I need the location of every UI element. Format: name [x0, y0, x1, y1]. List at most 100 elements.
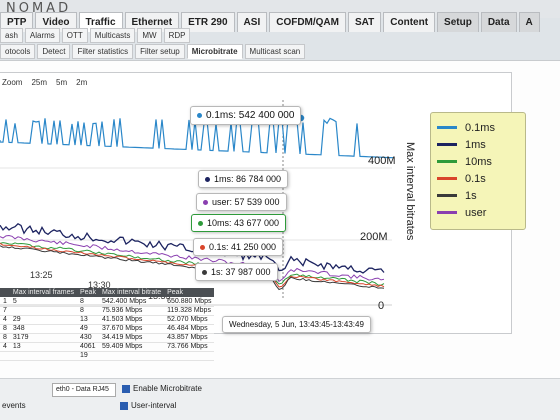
legend-swatch	[437, 194, 457, 197]
table-row[interactable]: 8 348 49 37.670 Mbps 46.484 Mbps	[0, 324, 215, 334]
interface-select[interactable]: eth0 - Data RJ45	[52, 383, 116, 397]
legend-label: 10ms	[465, 155, 492, 168]
dot-icon	[205, 177, 210, 183]
table-row[interactable]: 19	[0, 351, 215, 361]
legend-swatch	[437, 211, 457, 214]
table-cell: 13	[9, 342, 77, 352]
table-cell: 1	[0, 297, 10, 307]
table-cell: 4061	[76, 342, 99, 352]
table-cell: 8	[76, 297, 99, 307]
tooltip-1s: 1s: 37 987 000	[195, 263, 278, 281]
legend-label: user	[465, 206, 487, 219]
table-row[interactable]: 8 3179 430 34.419 Mbps 43.857 Mbps	[0, 333, 215, 343]
table-cell: 13	[76, 315, 99, 325]
table-cell: 59.409 Mbps	[98, 342, 165, 352]
table-cell: 29	[9, 315, 77, 325]
legend-label: 0.1s	[465, 172, 486, 185]
table-row[interactable]: 4 13 4061 59.409 Mbps 73.766 Mbps	[0, 342, 215, 352]
table-row[interactable]: 7 8 75.936 Mbps 119.328 Mbps	[0, 306, 215, 316]
tooltip-01ms: 0.1ms: 542 400 000	[190, 106, 302, 125]
tooltip-01s: 0.1s: 41 250 000	[193, 238, 284, 256]
table-cell: 43.857 Mbps	[164, 333, 215, 343]
events-label: events	[2, 401, 26, 410]
table-cell	[9, 306, 77, 316]
table-cell: 34.419 Mbps	[98, 333, 165, 343]
tooltip-01ms-text: 0.1ms: 542 400 000	[206, 110, 295, 121]
user-interval-checkbox[interactable]	[120, 402, 128, 410]
legend-label: 0.1ms	[465, 121, 495, 134]
enable-microbitrate-checkbox[interactable]	[122, 385, 130, 393]
enable-microbitrate-label: Enable Microbitrate	[133, 384, 202, 393]
table-cell	[9, 351, 77, 361]
table-cell: 8	[0, 333, 10, 343]
dot-icon	[197, 112, 202, 118]
user-interval-label: User-interval	[131, 401, 177, 410]
col-header-max-bitrate: Max interval bitrate	[98, 288, 165, 297]
dot-icon	[203, 200, 208, 206]
tooltip-user-text: user: 57 539 000	[212, 197, 280, 207]
legend-item[interactable]: 0.1s	[437, 170, 519, 187]
table-cell: 19	[76, 351, 99, 361]
table-cell: 41.503 Mbps	[98, 315, 165, 325]
table-cell: 8	[0, 324, 10, 334]
col-header-peak-frames: Peak	[76, 288, 99, 297]
tooltip-date: Wednesday, 5 Jun, 13:43:45-13:43:49	[222, 316, 371, 333]
table-cell: 3179	[9, 333, 77, 343]
col-header-max-frames: Max interval frames	[9, 288, 77, 297]
app-window: NOMAD PTP Video Traffic Ethernet ETR 290 ASI C…	[0, 0, 560, 420]
table-cell: 73.766 Mbps	[164, 342, 215, 352]
table-row[interactable]: 4 29 13 41.503 Mbps 52.070 Mbps	[0, 315, 215, 325]
legend-swatch	[437, 126, 457, 129]
legend-item[interactable]: user	[437, 204, 519, 221]
table-cell: 4	[0, 315, 10, 325]
table-cell	[98, 351, 165, 361]
tooltip-01s-text: 0.1s: 41 250 000	[209, 242, 277, 252]
legend-item[interactable]: 10ms	[437, 153, 519, 170]
dot-icon	[202, 270, 207, 276]
table-cell: 650.880 Mbps	[164, 297, 215, 307]
legend-label: 1ms	[465, 138, 486, 151]
table-cell: 430	[76, 333, 99, 343]
legend-label: 1s	[465, 189, 477, 202]
tooltip-user: user: 57 539 000	[196, 193, 287, 211]
table-cell: 7	[0, 306, 10, 316]
col-header-id	[0, 288, 10, 297]
series-line-user	[0, 234, 385, 282]
table-cell: 5	[9, 297, 77, 307]
bottom-controls: eth0 - Data RJ45 Enable Microbitrate eve…	[0, 378, 560, 420]
ytick-200M: 200M	[360, 231, 388, 243]
tooltip-1ms: 1ms: 86 784 000	[198, 170, 289, 188]
table-cell	[0, 351, 10, 361]
dot-icon	[200, 245, 205, 251]
table-cell: 542.400 Mbps	[98, 297, 165, 307]
xtick-1325: 13:25	[30, 270, 53, 280]
y-axis-title: Max interval bitrates	[404, 142, 416, 241]
table-cell	[164, 351, 215, 361]
legend-swatch	[437, 160, 457, 163]
table-cell: 119.328 Mbps	[164, 306, 215, 316]
table-cell: 49	[76, 324, 99, 334]
legend-item[interactable]: 1ms	[437, 136, 519, 153]
table-cell: 46.484 Mbps	[164, 324, 215, 334]
legend-item[interactable]: 0.1ms	[437, 119, 519, 136]
ytick-400M: 400M	[368, 155, 396, 167]
legend-swatch	[437, 143, 457, 146]
stats-table: Max interval frames Peak Max interval bi…	[0, 288, 240, 388]
ytick-0: 0	[378, 300, 385, 312]
table-cell: 37.670 Mbps	[98, 324, 165, 334]
table-cell: 4	[0, 342, 10, 352]
col-header-peak-bitrate: Peak	[164, 288, 215, 297]
tooltip-1ms-text: 1ms: 86 784 000	[214, 174, 282, 184]
legend-item[interactable]: 1s	[437, 187, 519, 204]
table-cell: 8	[76, 306, 99, 316]
tooltip-10ms-text: 10ms: 43 677 000	[207, 218, 280, 228]
table-cell: 75.936 Mbps	[98, 306, 165, 316]
tooltip-date-text: Wednesday, 5 Jun, 13:43:45-13:43:49	[229, 320, 364, 329]
chart-legend: 0.1ms 1ms 10ms 0.1s 1s user	[430, 112, 526, 230]
legend-swatch	[437, 177, 457, 180]
table-row[interactable]: 1 5 8 542.400 Mbps 650.880 Mbps	[0, 297, 215, 307]
table-cell: 52.070 Mbps	[164, 315, 215, 325]
table-cell: 348	[9, 324, 77, 334]
dot-icon	[198, 221, 203, 227]
tooltip-10ms: 10ms: 43 677 000	[191, 214, 287, 232]
